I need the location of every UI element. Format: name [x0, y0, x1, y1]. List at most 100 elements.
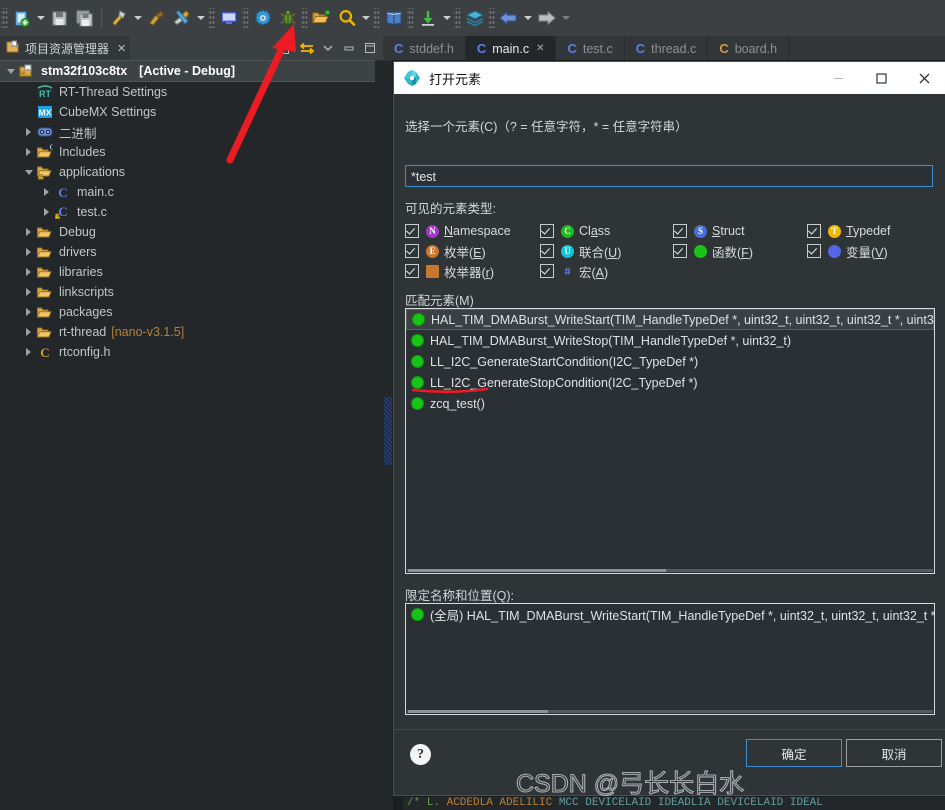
download-icon[interactable]: [415, 5, 440, 31]
chevron-right-icon[interactable]: [22, 222, 35, 242]
maximize-icon[interactable]: [361, 38, 379, 58]
checkbox-checked-icon[interactable]: [405, 244, 419, 258]
close-icon[interactable]: ✕: [117, 42, 126, 55]
search-icon[interactable]: [334, 5, 359, 31]
chevron-right-icon[interactable]: [40, 202, 53, 222]
chevron-right-icon[interactable]: [22, 302, 35, 322]
close-icon[interactable]: ✕: [536, 43, 544, 54]
maximize-button[interactable]: [860, 62, 903, 94]
tree-item-linkscripts[interactable]: linkscripts: [0, 282, 375, 302]
toolbar-grip-2[interactable]: [208, 8, 215, 28]
checkbox-checked-icon[interactable]: [807, 244, 821, 258]
editor-tab-main-c[interactable]: Cmain.c ✕: [465, 36, 557, 61]
chevron-right-icon[interactable]: [40, 182, 53, 202]
type-checkbox-typedef[interactable]: T Typedef: [807, 224, 890, 238]
editor-tab-board-h[interactable]: Cboard.h: [708, 36, 790, 61]
type-checkbox-class[interactable]: C Class: [540, 224, 610, 238]
pattern-input[interactable]: *test: [405, 165, 933, 187]
qualified-name-list[interactable]: (全局) HAL_TIM_DMABurst_WriteStart(TIM_Han…: [405, 603, 935, 715]
chevron-right-icon[interactable]: [22, 262, 35, 282]
chevron-down-icon[interactable]: [4, 61, 17, 81]
collapse-all-icon[interactable]: [277, 38, 295, 58]
checkbox-checked-icon[interactable]: [540, 264, 554, 278]
type-checkbox-f[interactable]: 函数(F): [673, 242, 753, 261]
checkbox-checked-icon[interactable]: [540, 224, 554, 238]
tree-item-rt-thread-settings[interactable]: RT RT-Thread Settings: [0, 82, 375, 102]
new-project-icon[interactable]: [9, 5, 34, 31]
search-dropdown-arrow[interactable]: [359, 5, 372, 31]
type-checkbox-u[interactable]: U 联合(U): [540, 242, 621, 261]
chevron-right-icon[interactable]: [22, 122, 35, 142]
match-list-item[interactable]: LL_I2C_GenerateStopCondition(I2C_TypeDef…: [406, 372, 934, 393]
editor-tab-stddef-h[interactable]: Cstddef.h: [383, 36, 466, 61]
build-config-dropdown-arrow[interactable]: [194, 5, 207, 31]
tree-item-rt-thread[interactable]: rt-thread [nano-v3.1.5]: [0, 322, 375, 342]
build-config-icon[interactable]: [169, 5, 194, 31]
back-icon[interactable]: [496, 5, 521, 31]
editor-tab-bar[interactable]: Cstddef.h Cmain.c ✕ Ctest.c Cthread.c Cboard.…: [383, 36, 945, 61]
match-list-item[interactable]: zcq_test(): [406, 393, 934, 414]
toolbar-grip-3[interactable]: [242, 8, 249, 28]
book-icon[interactable]: [381, 5, 406, 31]
chevron-right-icon[interactable]: [22, 142, 35, 162]
chevron-right-icon[interactable]: [22, 342, 35, 362]
toolbar-grip-4[interactable]: [301, 8, 308, 28]
editor-tab-test-c[interactable]: Ctest.c: [556, 36, 625, 61]
match-list-item[interactable]: HAL_TIM_DMABurst_WriteStart(TIM_HandleTy…: [406, 309, 934, 330]
back-dropdown-arrow[interactable]: [521, 5, 534, 31]
chevron-right-icon[interactable]: [22, 322, 35, 342]
tree-item-libraries[interactable]: libraries: [0, 262, 375, 282]
help-button[interactable]: ?: [410, 744, 431, 765]
forward-icon[interactable]: [534, 5, 559, 31]
tree-item-debug[interactable]: Debug: [0, 222, 375, 242]
new-dropdown-arrow[interactable]: [34, 5, 47, 31]
toolbar-grip-8[interactable]: [488, 8, 495, 28]
checkbox-checked-icon[interactable]: [673, 224, 687, 238]
project-explorer-tab[interactable]: 项目资源管理器 ✕: [0, 36, 131, 60]
chevron-right-icon[interactable]: [22, 282, 35, 302]
link-with-editor-icon[interactable]: [298, 38, 316, 58]
tree-item-includes[interactable]: C Includes: [0, 142, 375, 162]
checkbox-checked-icon[interactable]: [673, 244, 687, 258]
ok-button[interactable]: 确定: [746, 739, 842, 767]
matching-elements-list[interactable]: HAL_TIM_DMABurst_WriteStart(TIM_HandleTy…: [405, 308, 935, 574]
editor-vertical-scrollbar[interactable]: [384, 397, 392, 465]
type-checkbox-v[interactable]: 变量(V): [807, 242, 888, 261]
type-checkbox-a[interactable]: # 宏(A): [540, 262, 608, 281]
project-tree[interactable]: stm32f103c8tx [Active - Debug] RT RT-Thread…: [0, 60, 375, 810]
tree-item-stm32f103c8tx[interactable]: stm32f103c8tx [Active - Debug]: [0, 60, 375, 82]
checkbox-checked-icon[interactable]: [405, 264, 419, 278]
cancel-button[interactable]: 取消: [846, 739, 942, 767]
debug-icon[interactable]: [275, 5, 300, 31]
type-checkbox-r[interactable]: 枚举器(r): [405, 262, 494, 281]
match-list-item[interactable]: HAL_TIM_DMABurst_WriteStop(TIM_HandleTyp…: [406, 330, 934, 351]
type-checkbox-namespace[interactable]: N Namespace: [405, 224, 511, 238]
clean-icon[interactable]: [144, 5, 169, 31]
editor-tab-thread-c[interactable]: Cthread.c: [625, 36, 709, 61]
dialog-titlebar[interactable]: 打开元素: [394, 62, 945, 94]
console-icon[interactable]: [216, 5, 241, 31]
tree-item-packages[interactable]: packages: [0, 302, 375, 322]
tree-item----[interactable]: 二进制: [0, 122, 375, 142]
minimize-icon[interactable]: [340, 38, 358, 58]
tree-item-rtconfig.h[interactable]: Crtconfig.h: [0, 342, 375, 362]
toolbar-grip-6[interactable]: [407, 8, 414, 28]
minimize-button[interactable]: [817, 62, 860, 94]
toolbar-grip-5[interactable]: [373, 8, 380, 28]
toolbar-grip[interactable]: [1, 8, 8, 28]
matches-hscroll-thumb[interactable]: [408, 569, 666, 572]
checkbox-checked-icon[interactable]: [540, 244, 554, 258]
view-menu-icon[interactable]: [319, 38, 337, 58]
perspective-icon[interactable]: [462, 5, 487, 31]
qualifier-hscroll-thumb[interactable]: [408, 710, 548, 713]
chevron-down-icon[interactable]: [22, 162, 35, 182]
forward-dropdown-arrow[interactable]: [559, 5, 572, 31]
tree-item-test.c[interactable]: Ctest.c: [0, 202, 375, 222]
save-icon[interactable]: [47, 5, 72, 31]
build-dropdown-arrow[interactable]: [131, 5, 144, 31]
checkbox-checked-icon[interactable]: [807, 224, 821, 238]
tree-item-drivers[interactable]: drivers: [0, 242, 375, 262]
match-list-item[interactable]: LL_I2C_GenerateStartCondition(I2C_TypeDe…: [406, 351, 934, 372]
download-dropdown-arrow[interactable]: [440, 5, 453, 31]
type-checkbox-e[interactable]: E 枚举(E): [405, 242, 486, 261]
